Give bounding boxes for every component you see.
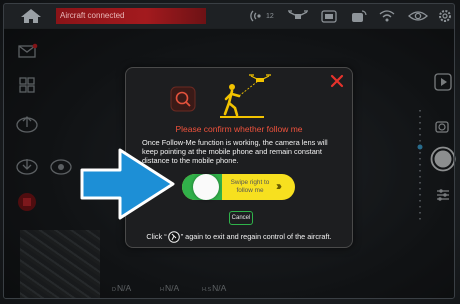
screen-frame (3, 3, 455, 299)
app-screen: Aircraft connected 12 DN/A HN/A H.SN/A P… (0, 0, 460, 304)
